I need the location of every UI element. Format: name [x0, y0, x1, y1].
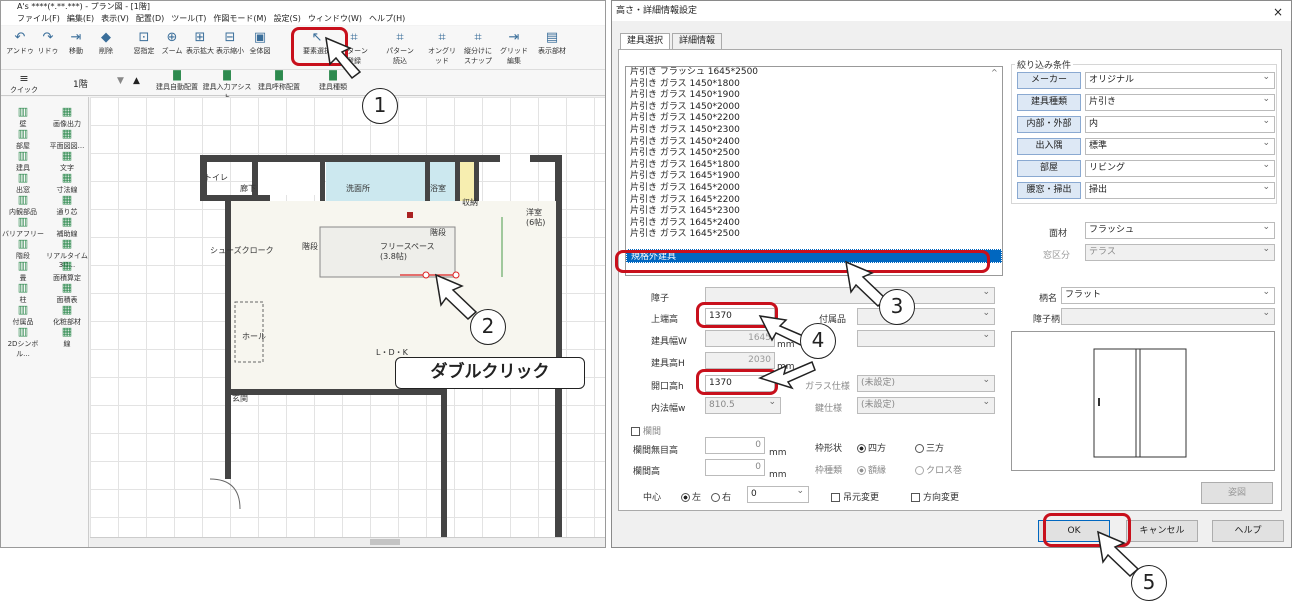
cursor-arrow-icon	[435, 273, 478, 321]
cursor-arrow-icon	[325, 36, 362, 80]
step-5-callout: 5	[1131, 565, 1167, 601]
cursor-arrow-icon	[1097, 530, 1140, 578]
step-3-callout: 3	[879, 289, 915, 325]
annotation-arrows	[325, 36, 1140, 578]
step-1-callout: 1	[362, 88, 398, 124]
cursor-arrow-icon	[757, 361, 816, 390]
step-2-callout: 2	[470, 309, 506, 345]
step-4-callout: 4	[800, 323, 836, 359]
